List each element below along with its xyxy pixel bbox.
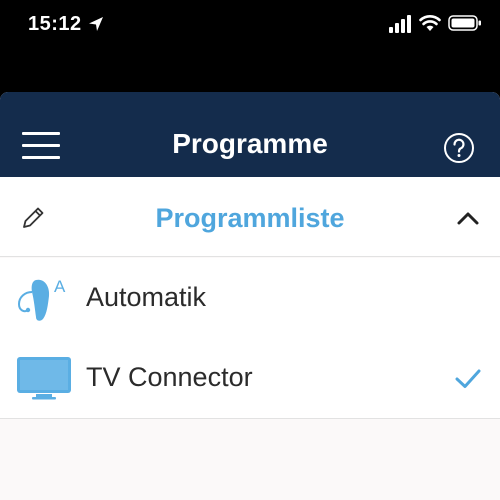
program-list-header: Programmliste xyxy=(0,177,500,257)
program-item-automatik[interactable]: A Automatik xyxy=(0,258,500,339)
location-arrow-icon xyxy=(89,17,103,31)
hearing-aid-icon: A xyxy=(17,277,66,321)
chevron-up-icon[interactable] xyxy=(456,210,480,226)
program-list-title: Programmliste xyxy=(155,203,345,233)
tv-icon xyxy=(17,357,71,400)
phone-screen: 15:12 Programme Programmliste A Automati… xyxy=(0,0,500,500)
program-item-label: TV Connector xyxy=(86,362,253,392)
automatic-badge: A xyxy=(54,277,66,296)
help-icon[interactable] xyxy=(443,132,475,164)
status-bar: 15:12 xyxy=(0,0,500,52)
cellular-signal-icon xyxy=(389,15,411,33)
wifi-icon xyxy=(419,15,441,31)
app-content: Programme Programmliste A Automatik TV C… xyxy=(0,92,500,500)
page-title: Programme xyxy=(172,128,328,159)
status-time: 15:12 xyxy=(28,13,82,35)
program-item-label: Automatik xyxy=(86,282,207,312)
battery-icon xyxy=(448,15,481,31)
navbar: Programme xyxy=(0,92,500,177)
program-item-tv-connector[interactable]: TV Connector xyxy=(0,338,500,419)
checkmark-icon xyxy=(455,369,481,388)
